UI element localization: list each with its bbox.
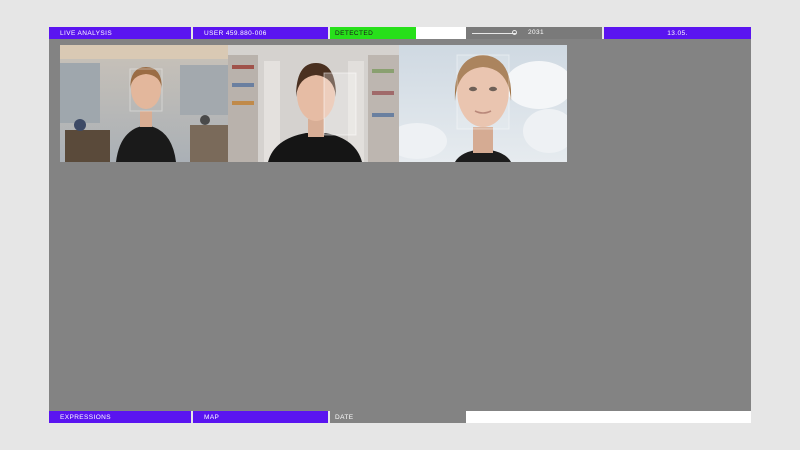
map-tab[interactable]: MAP [193, 411, 328, 423]
top-bar-blank [416, 27, 466, 39]
face-image-library [228, 45, 399, 162]
timeline-year: 2031 [528, 29, 545, 36]
expressions-tab[interactable]: EXPRESSIONS [49, 411, 191, 423]
bottom-bar-blank [466, 411, 751, 423]
analysis-panel: LIVE ANALYSIS USER 459.880-006 DETECTED … [49, 27, 751, 423]
user-id-label: USER 459.880-006 [193, 27, 328, 39]
bottom-nav-bar: EXPRESSIONS MAP DATE [49, 411, 751, 423]
face-thumbnail-library[interactable] [228, 45, 399, 162]
timeline-knob-icon[interactable] [512, 30, 517, 35]
live-analysis-tab[interactable]: LIVE ANALYSIS [49, 27, 191, 39]
face-image-office [60, 45, 228, 162]
face-image-sky [399, 45, 567, 162]
detected-status-badge: DETECTED [330, 27, 416, 39]
year-timeline-slider[interactable]: 2031 [466, 27, 602, 39]
date-label: 13.05. [604, 27, 751, 39]
timeline-track [472, 32, 516, 34]
face-thumbnail-sky[interactable] [399, 45, 567, 162]
face-thumbnail-office[interactable] [60, 45, 228, 162]
top-status-bar: LIVE ANALYSIS USER 459.880-006 DETECTED … [49, 27, 751, 39]
date-tab[interactable]: DATE [330, 411, 466, 423]
face-thumbnails [60, 45, 567, 162]
